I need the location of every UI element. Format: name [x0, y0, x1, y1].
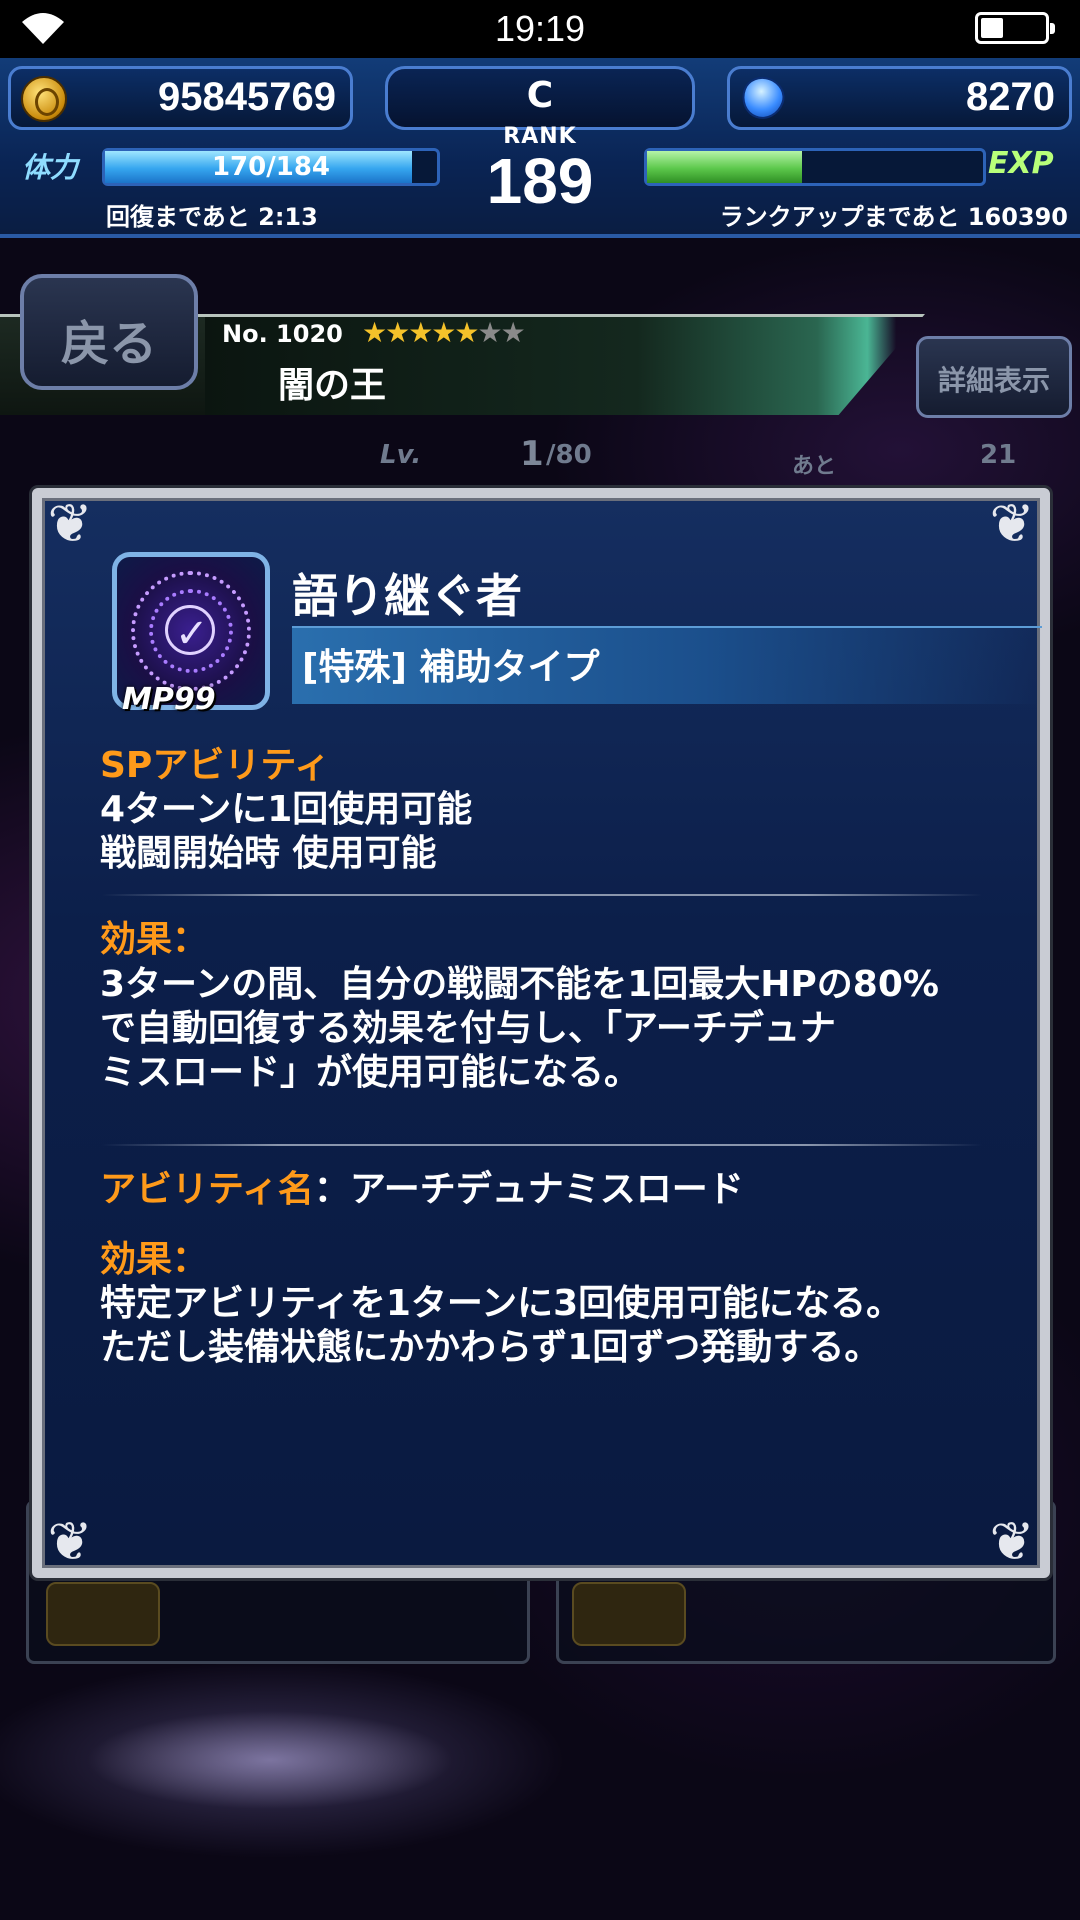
stamina-text: 170/184 [211, 152, 331, 182]
rankup-remaining: ランクアップまであと 160390 [719, 203, 1068, 231]
effect2-line: 特定アビリティを1ターンに3回使用可能になる。 [100, 1283, 903, 1324]
ability-detail-dialog[interactable]: ❦ ❦ ❦ ❦ ✓ MP99 語り継ぐ者 [特殊] 補助タイプ SPアビリティ … [32, 488, 1050, 1578]
sp-start-line: 戦闘開始時 使用可能 [100, 833, 437, 874]
stamina-label: 体力 [22, 151, 79, 184]
effect2-heading: 効果： [100, 1239, 209, 1280]
star-filled-icons: ★★★★★ [362, 316, 480, 349]
star-empty-icons: ★★ [477, 316, 526, 349]
ornament-icon: ❦ [47, 1510, 93, 1573]
level-label: Lv. [380, 440, 422, 470]
recovery-timer: 回復まであと 2:13 [106, 203, 318, 231]
gil-panel: 95845769 [8, 66, 353, 130]
ability-name: 語り継ぐ者 [292, 569, 522, 623]
exp-bar [644, 148, 986, 186]
mp-cost: MP99 [122, 682, 216, 717]
effect-heading: 効果： [100, 919, 209, 960]
gil-value: 95845769 [158, 75, 336, 119]
rank-letter-box: C [385, 66, 695, 130]
status-bar: 19:19 ⚡ [0, 0, 1080, 58]
exp-bar-fill [647, 151, 802, 183]
sp-usage-line: 4ターンに1回使用可能 [100, 789, 473, 830]
stamina-bar: 170/184 [102, 148, 440, 186]
back-button-label: 戻る [60, 316, 157, 372]
level-max: /80 [546, 440, 592, 470]
sub-ability-name: アーチデュナミスロード [349, 1169, 744, 1210]
sub-ability-label: アビリティ名 [100, 1169, 314, 1210]
unit-name: 闇の王 [278, 365, 387, 406]
effect-line: 3ターンの間、自分の戦闘不能を1回最大HPの80% [100, 964, 939, 1005]
exp-label: EXP [988, 146, 1054, 181]
level-current: 1 [520, 434, 544, 474]
remaining-label: あと [792, 454, 837, 479]
unit-number: No. 1020 [222, 320, 343, 348]
ornament-icon: ❦ [989, 492, 1035, 555]
back-button[interactable]: 戻る [20, 274, 198, 390]
player-header: 95845769 C 8270 RANK 189 体力 170/184 回復まで… [0, 58, 1080, 238]
sub-ability-colon: ： [313, 1169, 350, 1210]
ornament-icon: ❦ [47, 492, 93, 555]
lock-icon [572, 1582, 686, 1646]
remaining-value: 21 [980, 440, 1017, 470]
divider [102, 1144, 982, 1146]
battery-icon: ⚡ [975, 12, 1055, 44]
detail-button-label: 詳細表示 [937, 364, 1050, 397]
sub-ability-line: アビリティ名：アーチデュナミスロード [100, 1168, 744, 1211]
effect2-line: ただし装備状態にかかわらず1回ずつ発動する。 [100, 1327, 881, 1368]
effect-line: ミスロード」が使用可能になる。 [100, 1052, 641, 1093]
divider [102, 894, 982, 896]
rank-letter: C [526, 75, 554, 116]
effect-line: で自動回復する効果を付与し、「アーチデュナ [100, 1008, 836, 1049]
lapis-gem-icon [736, 71, 790, 125]
rarity-stars: ★★★★★★★ [362, 316, 526, 349]
ornament-icon: ❦ [989, 1510, 1035, 1573]
gem-value: 8270 [966, 75, 1055, 119]
status-time: 19:19 [494, 8, 586, 49]
ability-type: [特殊] 補助タイプ [302, 647, 600, 688]
gil-coin-icon [21, 76, 67, 122]
gem-panel[interactable]: 8270 [727, 66, 1072, 130]
sp-ability-heading: SPアビリティ [100, 745, 331, 786]
detail-button[interactable]: 詳細表示 [916, 336, 1072, 418]
lock-icon [46, 1582, 160, 1646]
rank-value: 189 [486, 145, 594, 217]
